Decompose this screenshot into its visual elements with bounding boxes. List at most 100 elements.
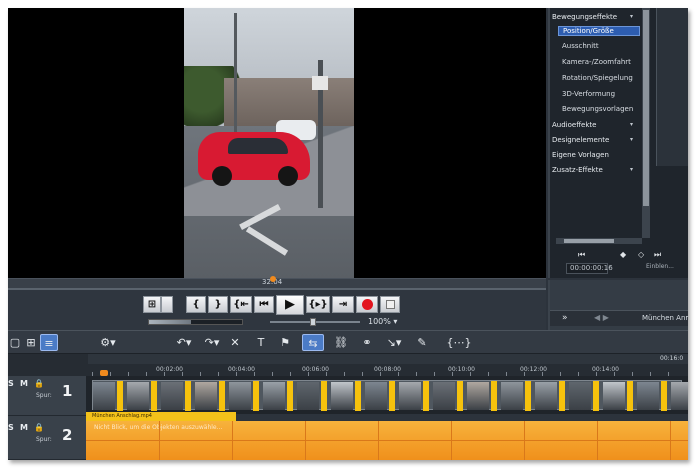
solo-button[interactable]: S xyxy=(8,423,14,432)
record-button[interactable] xyxy=(356,296,378,313)
category-designelemente[interactable]: Designelemente ▾ xyxy=(552,136,633,144)
effects-panel-footer: » ◀ ▶ München Anm xyxy=(548,280,688,330)
text-track-gridline xyxy=(524,421,525,460)
category-zusatz-effekte[interactable]: Zusatz-Effekte ▾ xyxy=(552,166,633,174)
clip-separator xyxy=(253,381,259,411)
clip-thumbnail xyxy=(93,382,115,410)
footer-clip-title: München Anm xyxy=(642,314,688,322)
clip-thumbnail xyxy=(671,382,688,410)
delete-icon[interactable]: ✕ xyxy=(228,334,242,351)
ruler-end-label: 00:16:0 xyxy=(660,355,684,362)
render-progress-fill xyxy=(149,320,191,324)
track-header-2[interactable]: S M 🔒 Spur: 2 xyxy=(8,420,86,460)
track-label: Spur: xyxy=(36,392,52,399)
sub-item-3d-verformung[interactable]: 3D-Verformung xyxy=(558,90,640,98)
stop-button[interactable] xyxy=(380,296,400,313)
edit-pencil-icon[interactable]: ✎ xyxy=(414,334,430,351)
view-mode-2-icon[interactable]: ⊞ xyxy=(24,334,38,351)
monitor-mode-button[interactable]: ⊞ xyxy=(143,296,161,313)
playhead-marker[interactable] xyxy=(270,276,276,282)
next-keyframe-icon[interactable]: ⏭ xyxy=(654,250,661,260)
text-track-gridline xyxy=(232,421,233,460)
clip-name-label: München Anschlag.mp4 xyxy=(86,412,236,421)
scrub-bar[interactable]: 32:04 xyxy=(8,276,546,290)
video-preview[interactable] xyxy=(8,8,546,278)
clip-thumbnail xyxy=(603,382,625,410)
sub-item-rotation-spiegelung[interactable]: Rotation/Spiegelung xyxy=(558,74,640,82)
sub-item-bewegungsvorlagen[interactable]: Bewegungsvorlagen xyxy=(558,105,640,113)
lock-icon[interactable]: 🔒 xyxy=(34,423,44,432)
mouse-mode-icon[interactable]: ⇆ xyxy=(302,334,324,351)
keyframe-tools: ⏮ ◆ ◇ ⏭ xyxy=(550,250,688,262)
category-audioeffekte[interactable]: Audioeffekte ▾ xyxy=(552,121,633,129)
horizontal-scrollbar-thumb[interactable] xyxy=(564,239,614,243)
delete-keyframe-icon[interactable]: ◇ xyxy=(638,250,644,259)
sub-item-ausschnitt[interactable]: Ausschnitt xyxy=(558,42,640,50)
clip-thumbnail xyxy=(161,382,183,410)
go-to-out-button[interactable]: ⇥ xyxy=(332,296,354,313)
clip-thumbnail xyxy=(331,382,353,410)
zoom-slider-knob[interactable] xyxy=(310,318,316,326)
menu-scrollbar-thumb[interactable] xyxy=(643,10,649,206)
solo-button[interactable]: S xyxy=(8,379,14,388)
clip-thumbnail xyxy=(535,382,557,410)
sub-item-kamera-zoomfahrt[interactable]: Kamera-/Zoomfahrt xyxy=(558,58,640,66)
clip-separator xyxy=(151,381,157,411)
collapse-chevron-icon[interactable]: » xyxy=(562,313,568,323)
mouse-pointer-dropdown-icon[interactable]: ↘▾ xyxy=(384,334,404,351)
track-header-1[interactable]: S M 🔒 Spur: 1 xyxy=(8,376,86,416)
previous-button[interactable]: ⏮ xyxy=(254,296,274,313)
mute-button[interactable]: M xyxy=(20,423,28,432)
ruler-range-bar[interactable] xyxy=(88,354,688,364)
lock-icon[interactable]: 🔒 xyxy=(34,379,44,388)
text-icon[interactable]: T xyxy=(254,334,268,351)
go-to-in-button[interactable]: {⇤ xyxy=(230,296,252,313)
clip-separator xyxy=(185,381,191,411)
add-keyframe-icon[interactable]: ◆ xyxy=(620,250,626,259)
monitor-mode-toggle[interactable] xyxy=(161,296,173,313)
ruler-label: 00:08:00 xyxy=(374,366,401,373)
ruler-label: 00:02:00 xyxy=(156,366,183,373)
clip-thumbnail xyxy=(569,382,591,410)
transport-controls: ⊞ { } {⇤ ⏮ ▶ {▸} ⇥ 100% ▾ xyxy=(8,290,546,330)
clip-separator xyxy=(355,381,361,411)
clip-separator xyxy=(491,381,497,411)
view-mode-timeline-icon[interactable]: ≡ xyxy=(40,334,58,351)
clip-separator xyxy=(423,381,429,411)
nav-arrows-icon[interactable]: ◀ ▶ xyxy=(594,313,609,322)
clip-separator xyxy=(321,381,327,411)
settings-dropdown-icon[interactable]: ⚙▾ xyxy=(96,334,120,351)
red-car-image xyxy=(198,132,310,186)
group-icon[interactable]: ⚭ xyxy=(358,334,376,351)
link-icon[interactable]: ⛓ xyxy=(332,334,350,351)
clip-thumbnail xyxy=(263,382,285,410)
timeline-toolbar: ▢ ⊞ ≡ ⚙▾ ↶▾ ↷▾ ✕ T ⚑ ⇆ ⛓ ⚭ ↘▾ ✎ {⋯}▾ xyxy=(8,330,688,366)
track-label: Spur: xyxy=(36,436,52,443)
undo-icon[interactable]: ↶▾ xyxy=(174,334,194,351)
clip-thumbnail xyxy=(399,382,421,410)
video-track[interactable] xyxy=(86,376,688,414)
category-bewegungseffekte[interactable]: Bewegungseffekte ▾ xyxy=(552,13,633,21)
clip-thumbnail xyxy=(229,382,251,410)
clip-separator xyxy=(457,381,463,411)
text-track[interactable]: Nicht Blick, um die Objekten auszuwähle.… xyxy=(86,421,688,460)
play-range-button[interactable]: {▸} xyxy=(306,296,330,313)
effects-dropdown-icon[interactable]: {⋯}▾ xyxy=(444,334,474,366)
video-clip[interactable] xyxy=(92,380,688,411)
clip-thumbnail xyxy=(297,382,319,410)
mute-button[interactable]: M xyxy=(20,379,28,388)
category-eigene-vorlagen[interactable]: Eigene Vorlagen xyxy=(552,151,609,159)
play-button[interactable]: ▶ xyxy=(276,295,304,315)
set-in-point-button[interactable]: { xyxy=(186,296,206,313)
view-mode-1-icon[interactable]: ▢ xyxy=(8,334,22,351)
clip-separator xyxy=(389,381,395,411)
marker-icon[interactable]: ⚑ xyxy=(278,334,292,351)
redo-icon[interactable]: ↷▾ xyxy=(202,334,222,351)
prev-keyframe-icon[interactable]: ⏮ xyxy=(578,250,585,260)
sub-item-position-groesse[interactable]: Position/Größe xyxy=(558,26,640,36)
zoom-level-dropdown[interactable]: 100% ▾ xyxy=(368,317,397,326)
text-track-gridline xyxy=(159,421,160,460)
keyframe-time-field[interactable]: 00:00:00:16 xyxy=(566,263,613,274)
set-out-point-button[interactable]: } xyxy=(208,296,228,313)
video-frame xyxy=(184,8,354,278)
